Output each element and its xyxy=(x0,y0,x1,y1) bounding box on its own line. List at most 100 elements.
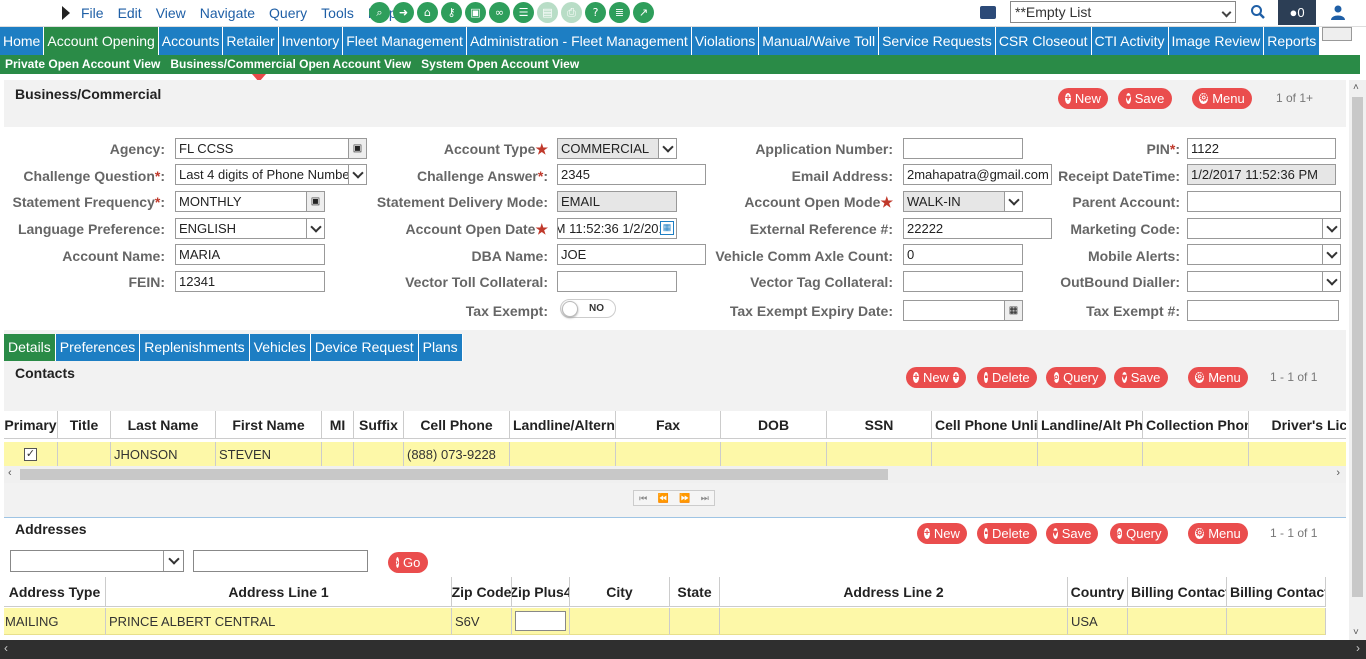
calendar-icon[interactable]: ▦ xyxy=(1004,301,1022,320)
calendar-icon[interactable]: ▦ xyxy=(660,221,674,235)
vehicle-comm-axle-count-input[interactable]: 0 xyxy=(903,244,1023,265)
col-landline[interactable]: Landline/Alterna xyxy=(510,411,616,439)
nav-administration-fleet[interactable]: Administration - Fleet Management xyxy=(466,27,692,55)
cell-fax[interactable] xyxy=(616,442,721,467)
addresses-delete-button[interactable]: ▪ Delete xyxy=(977,523,1037,544)
contacts-delete-button[interactable]: ▪ Delete xyxy=(977,367,1037,388)
zip-plus4-input[interactable] xyxy=(515,611,566,631)
fein-input[interactable]: 12341 xyxy=(175,271,325,292)
contacts-save-button[interactable]: ▾ Save xyxy=(1114,367,1168,388)
nav-fleet-management[interactable]: Fleet Management xyxy=(343,27,467,55)
key-icon[interactable]: ⚷ xyxy=(441,2,462,23)
scroll-down-icon[interactable]: ˅ xyxy=(1353,627,1359,638)
subnav-business-open-account[interactable]: Business/Commercial Open Account View xyxy=(165,55,417,74)
notes-icon[interactable]: ≣ xyxy=(609,2,630,23)
saved-list-select[interactable]: **Empty List xyxy=(1010,1,1236,23)
tab-replenishments[interactable]: Replenishments xyxy=(140,334,250,361)
nav-account-opening[interactable]: Account Opening xyxy=(44,27,159,55)
col-first-name[interactable]: First Name xyxy=(216,411,322,439)
col-address-line1[interactable]: Address Line 1 xyxy=(106,577,452,607)
cell-zip-code[interactable]: S6V xyxy=(452,608,512,635)
col-ssn[interactable]: SSN xyxy=(827,411,932,439)
challenge-question-select[interactable]: Last 4 digits of Phone Number xyxy=(175,164,367,185)
nav-cti-activity[interactable]: CTI Activity xyxy=(1091,27,1169,55)
search-icon[interactable] xyxy=(1250,4,1266,20)
cell-billing-contact-i[interactable] xyxy=(1128,608,1227,635)
col-drivers-license[interactable]: Driver's Lice xyxy=(1249,411,1346,439)
account-open-date-input[interactable]: 1/2/2017 11:52:36 PM xyxy=(557,218,677,239)
nav-csr-closeout[interactable]: CSR Closeout xyxy=(995,27,1092,55)
cell-landline-alt[interactable] xyxy=(1038,442,1143,467)
tab-device-request[interactable]: Device Request xyxy=(310,334,419,361)
vector-tag-collateral-input[interactable] xyxy=(903,271,1023,292)
link-icon[interactable]: ∞ xyxy=(489,2,510,23)
statement-frequency-field[interactable]: MONTHLY ▣ xyxy=(175,191,325,212)
cell-ssn[interactable] xyxy=(827,442,932,467)
nav-accounts[interactable]: Accounts xyxy=(158,27,224,55)
account-name-input[interactable]: MARIA xyxy=(175,244,325,265)
scroll-left-icon[interactable]: ‹ xyxy=(4,641,8,655)
outbound-dialler-select[interactable] xyxy=(1187,271,1341,292)
nav-home[interactable]: Home xyxy=(0,27,45,55)
cell-address-type[interactable]: MAILING xyxy=(4,608,106,635)
nav-violations[interactable]: Violations xyxy=(691,27,760,55)
cell-collection-phone[interactable] xyxy=(1143,442,1249,467)
col-primary[interactable]: Primary xyxy=(4,411,58,439)
prev-page-icon[interactable]: ⏪ xyxy=(658,493,669,504)
mobile-alerts-select[interactable] xyxy=(1187,244,1341,265)
next-page-icon[interactable]: ⏩ xyxy=(679,493,690,504)
cell-address-line1[interactable]: PRINCE ALBERT CENTRAL xyxy=(106,608,452,635)
last-page-icon[interactable]: ⏭ xyxy=(701,493,709,504)
print-icon[interactable]: ⎙ xyxy=(561,2,582,23)
cell-suffix[interactable] xyxy=(354,442,404,467)
lookup-icon[interactable]: ▣ xyxy=(306,192,324,211)
cell-drivers-license[interactable] xyxy=(1249,442,1346,467)
col-cell-phone[interactable]: Cell Phone xyxy=(404,411,510,439)
col-collection-phone[interactable]: Collection Phone xyxy=(1143,411,1249,439)
application-number-input[interactable] xyxy=(903,138,1023,159)
contacts-horizontal-scrollbar[interactable]: ‹ › xyxy=(4,466,1346,483)
contacts-query-button[interactable]: ⌕ Query xyxy=(1046,367,1106,388)
cell-mi[interactable] xyxy=(322,442,354,467)
col-state[interactable]: State xyxy=(670,577,720,607)
cell-cell-unlisted[interactable] xyxy=(932,442,1038,467)
vector-toll-collateral-input[interactable] xyxy=(557,271,677,292)
pin-input[interactable]: 1122 xyxy=(1187,138,1336,159)
contacts-new-button[interactable]: + New + xyxy=(906,367,966,388)
user-icon[interactable] xyxy=(1330,4,1346,20)
dba-name-input[interactable]: JOE xyxy=(557,244,706,265)
nav-retailer[interactable]: Retailer xyxy=(223,27,279,55)
cell-state[interactable] xyxy=(670,608,720,635)
col-address-line2[interactable]: Address Line 2 xyxy=(720,577,1068,607)
nav-image-review[interactable]: Image Review xyxy=(1168,27,1265,55)
cell-first-name[interactable]: STEVEN xyxy=(216,442,322,467)
col-billing-contact-i[interactable]: Billing Contact I xyxy=(1128,577,1227,607)
menu-file[interactable]: File xyxy=(81,5,104,21)
cell-city[interactable] xyxy=(570,608,670,635)
account-type-select[interactable]: COMMERCIAL xyxy=(557,138,677,159)
tab-preferences[interactable]: Preferences xyxy=(55,334,141,361)
challenge-answer-input[interactable]: 2345 xyxy=(557,164,706,185)
subnav-system-open-account[interactable]: System Open Account View xyxy=(416,55,584,74)
marketing-code-select[interactable] xyxy=(1187,218,1341,239)
bottom-horizontal-scrollbar[interactable]: ‹ › xyxy=(0,640,1366,659)
address-filter-input[interactable] xyxy=(193,550,368,572)
menu-navigate[interactable]: Navigate xyxy=(200,5,255,21)
col-city[interactable]: City xyxy=(570,577,670,607)
col-dob[interactable]: DOB xyxy=(721,411,827,439)
tax-exempt-expiry-date-input[interactable]: ▦ xyxy=(903,300,1023,321)
nav-service-requests[interactable]: Service Requests xyxy=(879,27,996,55)
first-page-icon[interactable]: ⏮ xyxy=(639,493,647,504)
scrollbar-thumb[interactable] xyxy=(1352,97,1363,597)
help-icon[interactable]: ? xyxy=(585,2,606,23)
clipboard-icon[interactable]: ▣ xyxy=(465,2,486,23)
forward-icon[interactable]: ➜ xyxy=(393,2,414,23)
cell-zip-plus4[interactable] xyxy=(512,608,570,635)
cell-address-line2[interactable] xyxy=(720,608,1068,635)
cell-landline[interactable] xyxy=(510,442,616,467)
address-filter-select[interactable] xyxy=(10,550,184,572)
col-last-name[interactable]: Last Name xyxy=(111,411,216,439)
col-country[interactable]: Country xyxy=(1068,577,1128,607)
cell-cell-phone[interactable]: (888) 073-9228 xyxy=(404,442,510,467)
subnav-private-open-account[interactable]: Private Open Account View xyxy=(0,55,165,74)
